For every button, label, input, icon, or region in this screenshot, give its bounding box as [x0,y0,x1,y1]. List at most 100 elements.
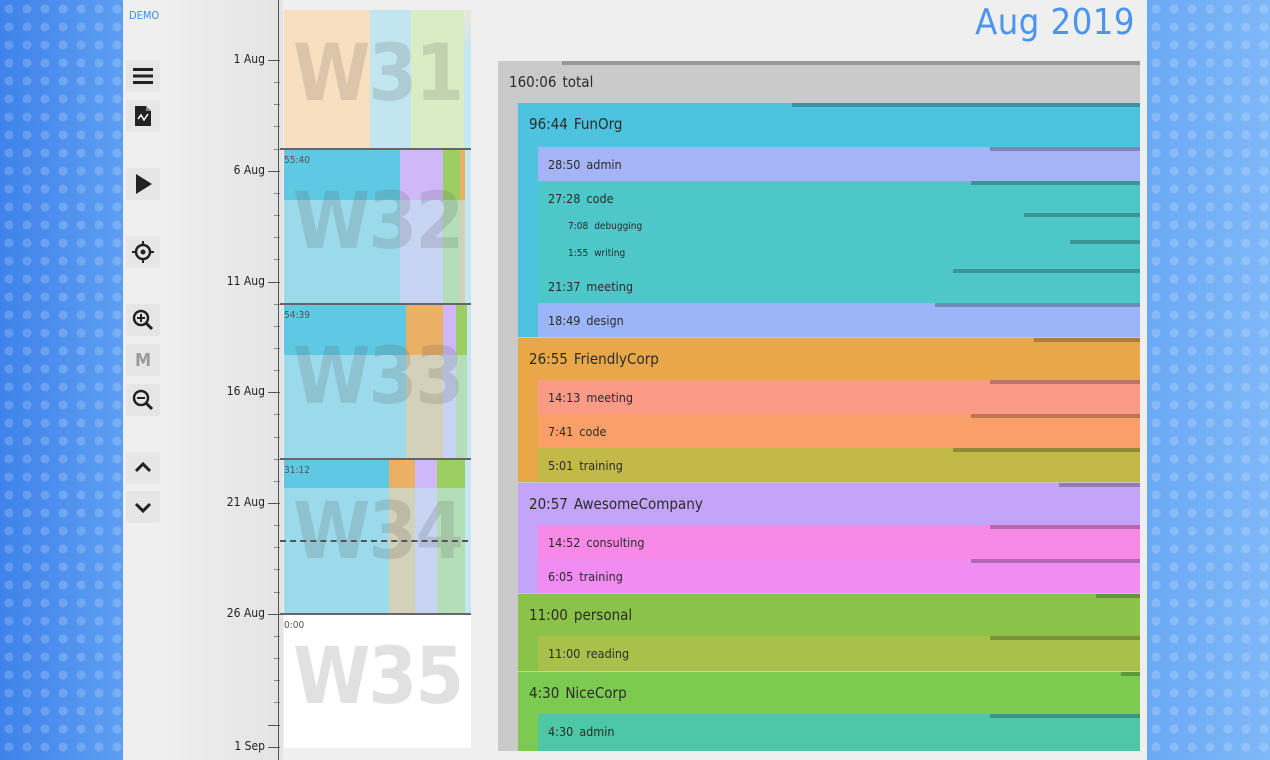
background-right [1147,0,1270,760]
tree-node-total[interactable]: 160:06 total 96:44 FunOrg 28:50 admin 27:28 cod… [498,61,1140,751]
node-label: debugging [594,220,643,232]
node-header: 18:49 design [538,303,1140,337]
tree-node-category[interactable]: 28:50 admin [538,147,1140,181]
tree-node-org[interactable]: 20:57 AwesomeCompany 14:52 consulting 6:05 tr… [518,483,1140,593]
locate-button[interactable] [126,236,160,268]
tree-node-category[interactable]: 18:49 design [538,303,1140,337]
node-duration: 21:37 [548,278,581,294]
crosshair-icon [132,241,154,263]
node-header: 14:13 meeting [538,380,1140,414]
timeline-date-label: 11 Aug [226,274,265,288]
zoom-mode-button[interactable]: M [126,344,160,376]
node-duration: 1:55 [568,247,589,259]
tree-node-category[interactable]: 14:52 consulting [538,525,1140,559]
demo-badge: DEMO [129,9,160,22]
timeline-minor-tick [274,126,280,127]
node-duration: 18:49 [548,312,581,328]
node-label: admin [579,723,615,739]
node-duration: 20:57 [529,495,568,513]
node-header: 28:50 admin [538,147,1140,181]
node-label: writing [594,247,626,259]
node-duration: 6:05 [548,568,574,584]
duration-bar [953,269,1140,273]
node-header: 20:57 AwesomeCompany [518,483,1140,525]
week-separator [280,303,471,305]
zoom-in-icon [132,309,154,331]
duration-bar [971,559,1140,563]
node-label: design [586,312,624,328]
duration-bar [989,714,1140,718]
node-duration: 28:50 [548,156,581,172]
timeline-minor-tick [274,702,280,703]
node-label: personal [573,606,633,624]
timeline-minor-tick [274,104,280,105]
week-separator [280,613,471,615]
menu-icon [133,68,153,84]
tree-node-category[interactable]: 11:00 reading [538,636,1140,671]
node-label: FunOrg [573,115,623,133]
timeline-minor-tick [274,525,280,526]
zoom-out-button[interactable] [126,384,160,416]
timeline-minor-tick [274,370,280,371]
week-total: 0:00 [284,620,305,631]
tree-node-org[interactable]: 26:55 FriendlyCorp 14:13 meeting 7:41 code 5:0… [518,338,1140,482]
node-header: 4:30 NiceCorp [518,672,1140,714]
tree-node-category[interactable]: 4:30 admin [538,714,1140,751]
node-label: code [586,190,614,206]
node-duration: 11:00 [529,606,568,624]
duration-bar [1070,240,1140,244]
current-time-marker [280,540,468,542]
menu-button[interactable] [126,60,160,92]
node-label: NiceCorp [565,684,627,702]
duration-bar [1121,672,1140,676]
app-window: DEMO Aug 2019 M 1 Aug 6 Aug 11 Aug 16 Aug 21… [123,0,1147,760]
tree-node-category[interactable]: 7:41 code [538,414,1140,448]
tree-node-category[interactable]: 27:28 code 7:08 debugging 1:55 writing [538,181,1140,269]
node-label: training [579,457,623,473]
timeline-minor-tick [274,414,280,415]
tree-node-subcategory[interactable]: 7:08 debugging [558,213,1140,239]
duration-bar [562,61,1140,65]
tree-node-org[interactable]: 96:44 FunOrg 28:50 admin 27:28 code 7:08 debugg… [518,103,1140,337]
tree-node-category[interactable]: 5:01 training [538,448,1140,482]
scroll-down-button[interactable] [126,491,160,523]
tree-node-category[interactable]: 14:13 meeting [538,380,1140,414]
play-button[interactable] [126,168,160,200]
timeline-minor-tick [274,437,280,438]
node-label: AwesomeCompany [573,495,703,513]
tree-node-org[interactable]: 4:30 NiceCorp 4:30 admin [518,672,1140,751]
node-header: 27:28 code [538,181,1140,215]
zoom-in-button[interactable] [126,304,160,336]
timeline-date-label: 1 Aug [233,52,265,66]
tree-node-category[interactable]: 6:05 training [538,559,1140,593]
week-separator [280,458,471,460]
node-header: 6:05 training [538,559,1140,593]
scroll-up-button[interactable] [126,452,160,484]
summary-tree[interactable]: 160:06 total 96:44 FunOrg 28:50 admin 27:28 cod… [498,61,1140,751]
tree-node-org[interactable]: 11:00 personal 11:00 reading [518,594,1140,671]
week-total: 54:39 [284,310,310,321]
node-header: 7:41 code [538,414,1140,448]
timeline-panel[interactable] [163,0,283,760]
tree-node-category[interactable]: 21:37 meeting [538,269,1140,303]
timeline-minor-tick [274,680,280,681]
week-total: 31:12 [284,465,310,476]
report-icon [135,106,151,126]
node-header: 14:52 consulting [538,525,1140,559]
node-duration: 160:06 [509,73,557,91]
node-duration: 11:00 [548,645,581,661]
node-duration: 27:28 [548,190,581,206]
duration-bar [1059,483,1140,487]
chevron-down-icon [134,502,152,514]
duration-bar [935,303,1140,307]
duration-bar [1034,338,1140,342]
week-separator [280,148,471,150]
play-icon [136,174,152,194]
node-header: 1:55 writing [558,240,1140,266]
month-title: Aug 2019 [975,2,1135,43]
duration-bar [989,525,1140,529]
tree-node-subcategory[interactable]: 1:55 writing [558,240,1140,266]
duration-bar [971,414,1140,418]
timeline-minor-tick [274,569,280,570]
report-button[interactable] [126,100,160,132]
